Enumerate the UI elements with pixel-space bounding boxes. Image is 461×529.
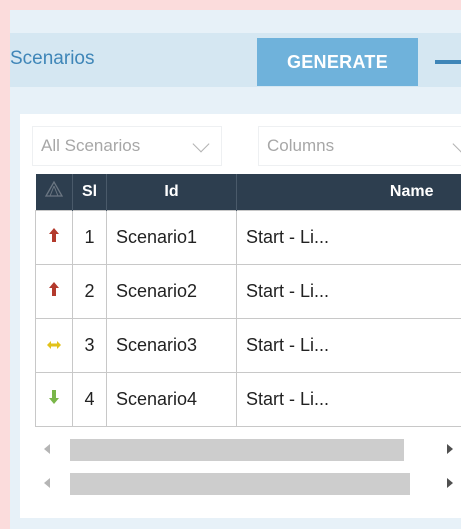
collapse-icon[interactable] bbox=[435, 60, 461, 64]
scroll-left-icon[interactable] bbox=[44, 478, 50, 488]
chevron-down-icon bbox=[452, 135, 461, 153]
trend-header-icon bbox=[44, 180, 63, 197]
trend-cell bbox=[35, 209, 73, 265]
trend-cell bbox=[35, 263, 73, 319]
sl-cell: 4 bbox=[72, 371, 107, 427]
trend-cell bbox=[35, 317, 73, 373]
trend-up-icon bbox=[49, 281, 59, 296]
name-cell: Start - Li... bbox=[236, 317, 461, 373]
grid-header-row: Sl Id Name bbox=[35, 174, 461, 210]
scroll-left-icon[interactable] bbox=[44, 444, 50, 454]
table-row[interactable]: 3 Scenario3 Start - Li... bbox=[35, 317, 461, 373]
horizontal-scrollbar[interactable] bbox=[35, 436, 461, 462]
table-row[interactable]: 1 Scenario1 Start - Li... bbox=[35, 209, 461, 265]
id-cell: Scenario4 bbox=[106, 371, 237, 427]
scrollbar-thumb[interactable] bbox=[70, 473, 410, 495]
scenarios-grid: Sl Id Name 1 Scenario1 Start - Li... 2 S… bbox=[35, 174, 461, 427]
columns-dropdown[interactable]: Columns bbox=[258, 126, 461, 166]
id-cell: Scenario2 bbox=[106, 263, 237, 319]
scroll-right-icon[interactable] bbox=[447, 444, 453, 454]
trend-up-icon bbox=[49, 227, 59, 242]
panel-header: Scenarios GENERATE bbox=[10, 33, 461, 87]
sl-cell: 3 bbox=[72, 317, 107, 373]
name-cell: Start - Li... bbox=[236, 371, 461, 427]
panel-content: All Scenarios Columns Sl Id Name 1 Scena… bbox=[20, 114, 461, 518]
generate-button[interactable]: GENERATE bbox=[257, 38, 418, 86]
sl-cell: 1 bbox=[72, 209, 107, 265]
table-row[interactable]: 4 Scenario4 Start - Li... bbox=[35, 371, 461, 427]
table-row[interactable]: 2 Scenario2 Start - Li... bbox=[35, 263, 461, 319]
name-cell: Start - Li... bbox=[236, 263, 461, 319]
scrollbar-thumb[interactable] bbox=[70, 439, 404, 461]
id-cell: Scenario1 bbox=[106, 209, 237, 265]
panel-title: Scenarios bbox=[10, 48, 95, 69]
scenario-filter-value: All Scenarios bbox=[41, 136, 141, 155]
scenario-filter-dropdown[interactable]: All Scenarios bbox=[32, 126, 222, 166]
trend-down-icon bbox=[49, 389, 59, 404]
name-cell: Start - Li... bbox=[236, 209, 461, 265]
trend-column-header[interactable] bbox=[35, 174, 73, 210]
trend-flat-icon bbox=[47, 340, 61, 349]
id-cell: Scenario3 bbox=[106, 317, 237, 373]
trend-cell bbox=[35, 371, 73, 427]
name-column-header[interactable]: Name bbox=[236, 174, 461, 210]
scroll-right-icon[interactable] bbox=[447, 478, 453, 488]
columns-dropdown-value: Columns bbox=[267, 136, 335, 155]
horizontal-scrollbar[interactable] bbox=[35, 470, 461, 496]
id-column-header[interactable]: Id bbox=[106, 174, 237, 210]
sl-column-header[interactable]: Sl bbox=[72, 174, 107, 210]
scenarios-panel: Scenarios GENERATE All Scenarios Columns bbox=[10, 10, 461, 529]
sl-cell: 2 bbox=[72, 263, 107, 319]
chevron-down-icon bbox=[192, 135, 210, 153]
